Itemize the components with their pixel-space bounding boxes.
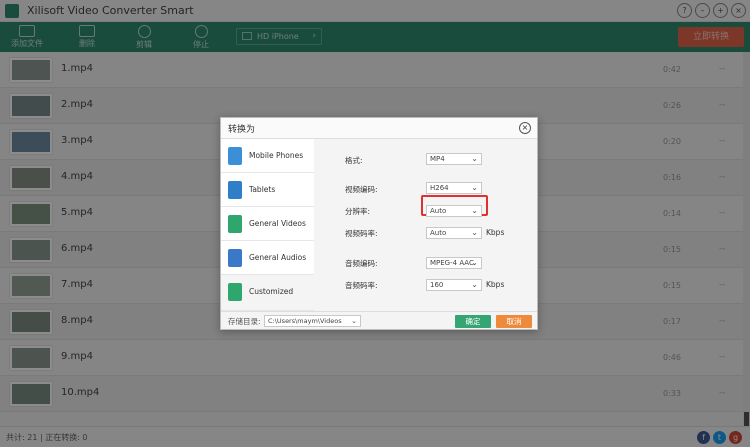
ok-button[interactable]: 确定 (455, 315, 491, 328)
close-icon[interactable]: × (519, 122, 531, 134)
audio-codec-value: MPEG-4 AAC (430, 259, 474, 267)
chevron-down-icon: ⌄ (471, 183, 478, 192)
video-codec-label: 视频编码: (345, 185, 378, 194)
category-label: Mobile Phones (249, 151, 304, 160)
category-tablets[interactable]: Tablets (221, 173, 314, 207)
audio-bitrate-unit: Kbps (486, 280, 505, 289)
category-label: General Videos (249, 219, 306, 228)
chevron-down-icon: ⌄ (471, 258, 478, 267)
chevron-down-icon: ⌄ (471, 154, 478, 163)
cancel-button[interactable]: 取消 (496, 315, 532, 328)
dialog-footer: 存储目录: C:\Users\maym\Videos ⌄ 确定 取消 (221, 311, 537, 329)
video-bitrate-unit: Kbps (486, 228, 505, 237)
dialog-title: 转换为 (228, 125, 256, 135)
audio-bitrate-select[interactable]: 160 ⌄ (426, 279, 482, 291)
format-value: MP4 (430, 155, 445, 163)
chevron-down-icon: ⌄ (471, 280, 478, 289)
category-general-videos[interactable]: General Videos (221, 207, 314, 241)
music-icon (228, 249, 242, 267)
resolution-value: Auto (430, 207, 447, 215)
video-bitrate-select[interactable]: Auto ⌄ (426, 227, 482, 239)
category-label: General Audios (249, 253, 307, 262)
video-bitrate-label: 视频码率: (345, 229, 378, 238)
category-general-audios[interactable]: General Audios (221, 241, 314, 275)
output-dir-label: 存储目录: (228, 317, 261, 326)
dialog-header: 转换为 × (221, 118, 537, 139)
resolution-select[interactable]: Auto ⌄ (426, 205, 482, 217)
chevron-down-icon: ⌄ (471, 206, 478, 215)
category-label: Tablets (249, 185, 276, 194)
convert-to-dialog: 转换为 × Mobile Phones Tablets General Vide… (220, 117, 538, 330)
audio-codec-select[interactable]: MPEG-4 AAC ⌄ (426, 257, 482, 269)
audio-bitrate-label: 音频码率: (345, 281, 378, 290)
tablet-icon (228, 181, 242, 199)
audio-bitrate-value: 160 (430, 281, 444, 289)
settings-panel: 格式: MP4 ⌄ 视频编码: H264 ⌄ 分辨率: Auto ⌄ 视频码率:… (314, 139, 537, 311)
video-icon (228, 215, 242, 233)
output-dir-value: C:\Users\maym\Videos (268, 317, 342, 325)
edit-icon (228, 283, 242, 301)
category-list: Mobile Phones Tablets General Videos Gen… (221, 139, 314, 311)
category-mobile-phones[interactable]: Mobile Phones (221, 139, 314, 173)
cancel-label: 取消 (506, 317, 522, 326)
chevron-down-icon: ⌄ (471, 228, 478, 237)
chevron-down-icon: ⌄ (351, 317, 357, 325)
category-customized[interactable]: Customized (221, 275, 314, 311)
format-label: 格式: (345, 156, 363, 165)
resolution-label: 分辨率: (345, 207, 371, 216)
video-codec-value: H264 (430, 184, 449, 192)
phone-icon (228, 147, 242, 165)
audio-codec-label: 音频编码: (345, 259, 378, 268)
video-codec-select[interactable]: H264 ⌄ (426, 182, 482, 194)
output-dir-select[interactable]: C:\Users\maym\Videos ⌄ (264, 315, 361, 327)
ok-label: 确定 (465, 317, 481, 326)
format-select[interactable]: MP4 ⌄ (426, 153, 482, 165)
video-bitrate-value: Auto (430, 229, 447, 237)
category-label: Customized (249, 287, 294, 296)
